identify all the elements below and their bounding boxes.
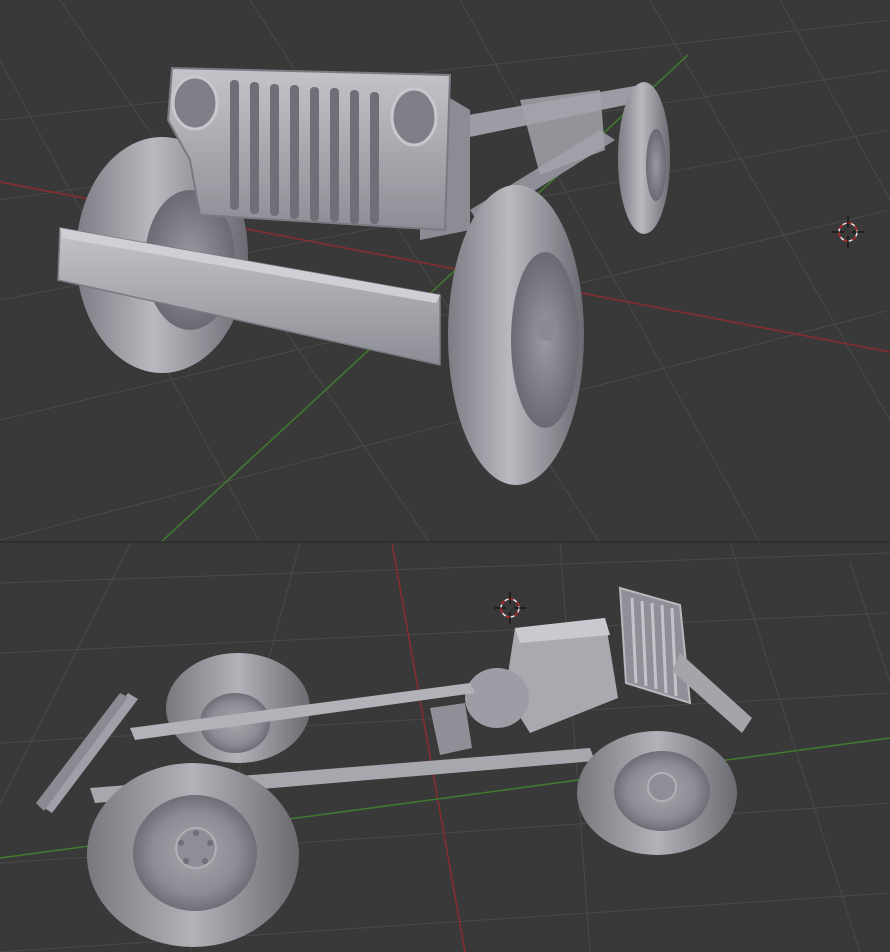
front-wheel-hubcap	[647, 772, 677, 802]
bell-housing	[465, 668, 529, 728]
viewport-bottom[interactable]	[0, 543, 890, 952]
viewport-top[interactable]	[0, 0, 890, 543]
viewport-bottom-canvas[interactable]	[0, 543, 890, 952]
headlight-right	[390, 87, 438, 147]
viewport-top-canvas[interactable]	[0, 0, 890, 543]
headlight-left	[171, 75, 219, 131]
3d-cursor-icon[interactable]	[494, 592, 526, 624]
frame-crossmember	[520, 90, 605, 175]
jeep-model-top[interactable]	[57, 66, 670, 485]
transmission	[430, 703, 472, 755]
jeep-model-bottom[interactable]	[36, 586, 752, 947]
front-right-hubcap	[537, 319, 559, 341]
rear-wheel-hub	[646, 129, 666, 201]
3d-cursor-icon[interactable]	[832, 216, 864, 248]
